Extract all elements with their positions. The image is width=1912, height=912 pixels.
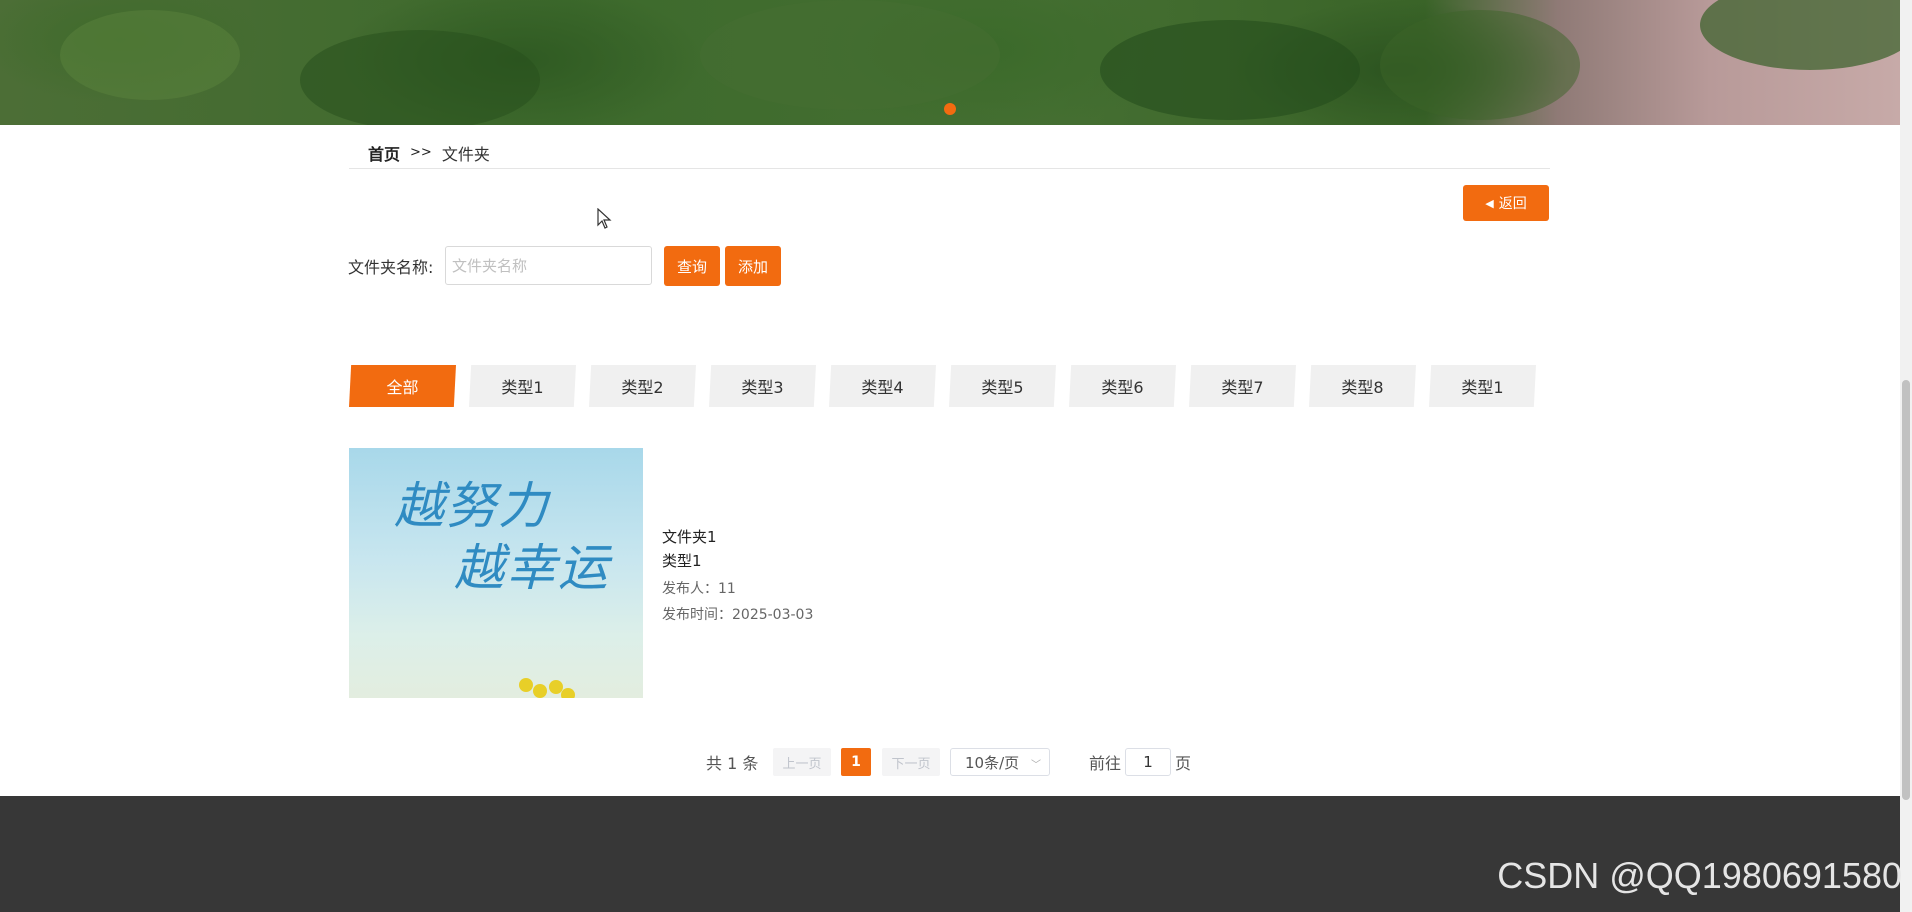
folder-type: 类型1 <box>662 552 702 570</box>
add-button[interactable]: 添加 <box>725 246 781 286</box>
tab-all[interactable]: 全部 <box>349 365 456 407</box>
page-size-value: 10条/页 <box>965 753 1020 772</box>
tab-type3[interactable]: 类型3 <box>709 365 816 407</box>
pagination-next-button[interactable]: 下一页 <box>882 748 940 776</box>
chevron-down-icon: ﹀ <box>1031 760 1041 771</box>
pagination-current-page[interactable]: 1 <box>841 748 871 776</box>
tab-type1-repeat[interactable]: 类型1 <box>1429 365 1536 407</box>
tab-type8[interactable]: 类型8 <box>1309 365 1416 407</box>
tab-type1[interactable]: 类型1 <box>469 365 576 407</box>
tab-type7[interactable]: 类型7 <box>1189 365 1296 407</box>
pagination-goto-input[interactable] <box>1125 748 1171 776</box>
back-button[interactable]: ◀ 返回 <box>1463 185 1549 221</box>
scrollbar-thumb[interactable] <box>1902 380 1910 800</box>
caret-left-icon: ◀ <box>1485 197 1494 210</box>
folder-name-search-input[interactable] <box>445 246 652 285</box>
search-label: 文件夹名称: <box>348 258 434 277</box>
page-size-select[interactable]: 10条/页 ﹀ <box>950 748 1050 776</box>
folder-name[interactable]: 文件夹1 <box>662 526 717 547</box>
breadcrumb: 首页 >> 文件夹 <box>349 137 1550 169</box>
folder-thumbnail[interactable]: 越努力 越幸运 <box>349 448 643 698</box>
mouse-cursor-icon <box>597 208 612 229</box>
banner-carousel <box>0 0 1900 125</box>
carousel-indicator-dot[interactable] <box>944 103 956 115</box>
tab-type4[interactable]: 类型4 <box>829 365 936 407</box>
thumbnail-text-line2: 越幸运 <box>454 539 610 597</box>
pagination-goto-label: 前往 <box>1089 754 1122 773</box>
breadcrumb-current: 文件夹 <box>441 144 490 164</box>
breadcrumb-separator: >> <box>410 145 432 160</box>
pagination-prev-button[interactable]: 上一页 <box>773 748 831 776</box>
pagination-goto-unit: 页 <box>1175 754 1192 773</box>
tab-type6[interactable]: 类型6 <box>1069 365 1176 407</box>
query-button[interactable]: 查询 <box>664 246 720 286</box>
page-scrollbar[interactable] <box>1900 0 1912 912</box>
flower-decoration <box>519 668 579 698</box>
folder-publish-time: 发布时间：2025-03-03 <box>662 607 814 623</box>
breadcrumb-home-link[interactable]: 首页 <box>368 141 400 165</box>
tab-type5[interactable]: 类型5 <box>949 365 1056 407</box>
watermark-text: CSDN @QQ1980691580 <box>1497 855 1902 896</box>
pagination-total: 共 1 条 <box>706 754 759 773</box>
folder-author: 发布人：11 <box>662 581 736 597</box>
tab-type2[interactable]: 类型2 <box>589 365 696 407</box>
back-button-label: 返回 <box>1498 195 1527 211</box>
